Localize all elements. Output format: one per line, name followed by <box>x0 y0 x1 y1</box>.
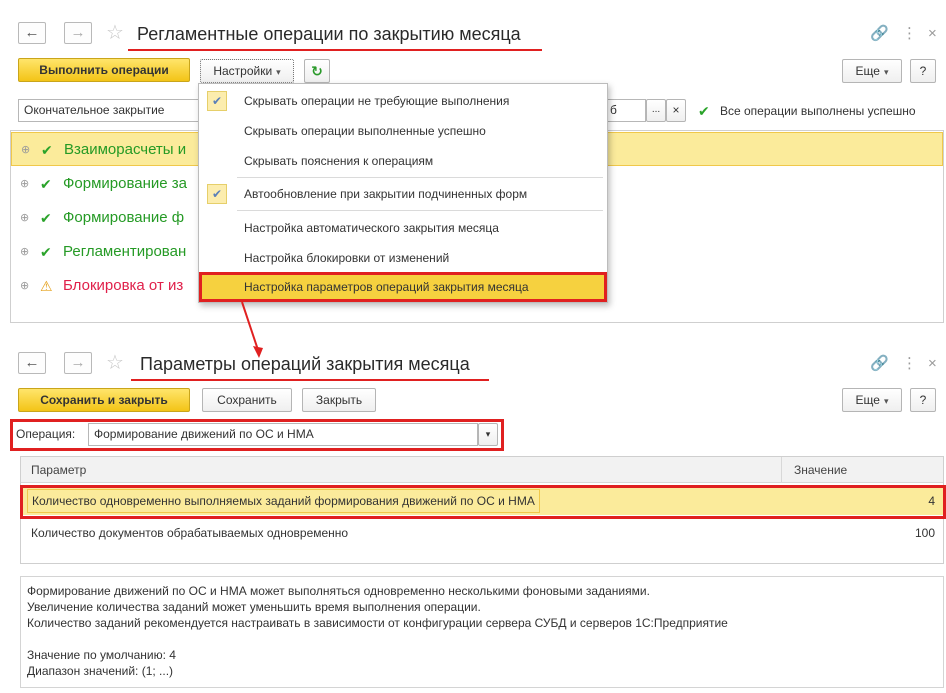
more-button[interactable]: Еще <box>842 59 902 83</box>
menu-item-label: Скрывать операции выполненные успешно <box>244 124 486 138</box>
settings-label: Настройки <box>213 64 273 78</box>
closing-type-field[interactable]: Окончательное закрытие <box>18 99 218 122</box>
help-button[interactable]: ? <box>910 59 936 83</box>
favorite-star-icon[interactable]: ☆ <box>106 21 124 45</box>
chevron-down-icon: ▾ <box>485 429 491 439</box>
column-header-value[interactable]: Значение <box>781 457 847 483</box>
description-line: Значение по умолчанию: 4 <box>27 648 176 662</box>
settings-dropdown-button[interactable]: Настройки <box>200 59 294 83</box>
operation-dropdown-button[interactable]: ▾ <box>478 423 498 446</box>
back-button[interactable]: ← <box>18 352 46 374</box>
favorite-star-icon[interactable]: ☆ <box>106 351 124 375</box>
menu-item-label: Автообновление при закрытии подчиненных … <box>244 187 528 201</box>
menu-item-label: Скрывать операции не требующие выполнени… <box>244 94 510 108</box>
settings-menu[interactable]: ✔ Скрывать операции не требующие выполне… <box>198 83 608 303</box>
close-button[interactable]: Закрыть <box>302 388 376 412</box>
run-operations-button[interactable]: Выполнить операции <box>18 58 190 82</box>
menu-separator <box>237 177 603 178</box>
row-highlight-box <box>20 485 946 519</box>
menu-item-label: Скрывать пояснения к операциям <box>244 154 434 168</box>
back-button[interactable]: ← <box>18 22 46 44</box>
more-vertical-icon[interactable]: ⋮ <box>902 24 917 44</box>
operation-description: Формирование движений по ОС и НМА может … <box>20 576 944 688</box>
column-header-param[interactable]: Параметр <box>31 457 86 483</box>
expand-icon[interactable]: ⊕ <box>20 235 29 269</box>
check-icon: ✔ <box>40 176 52 192</box>
expand-icon[interactable]: ⊕ <box>20 167 29 201</box>
param-cell: Количество документов обрабатываемых одн… <box>31 526 349 540</box>
menu-item-hide-not-required[interactable]: ✔ Скрывать операции не требующие выполне… <box>199 86 607 116</box>
expand-icon[interactable]: ⊕ <box>21 133 30 167</box>
link-icon[interactable]: 🔗 <box>870 354 889 374</box>
forward-button[interactable]: → <box>64 352 92 374</box>
page-title: Параметры операций закрытия месяца <box>140 354 470 374</box>
close-icon[interactable]: × <box>928 24 937 44</box>
description-line: Формирование движений по ОС и НМА может … <box>27 584 650 598</box>
expand-icon[interactable]: ⊕ <box>20 269 29 303</box>
arrow-left-icon: ← <box>24 354 40 371</box>
refresh-button[interactable]: ↻ <box>304 59 330 83</box>
menu-item-autorefresh[interactable]: ✔ Автообновление при закрытии подчиненны… <box>199 179 607 209</box>
operation-select[interactable]: Формирование движений по ОС и НМА <box>88 423 478 446</box>
save-and-close-button[interactable]: Сохранить и закрыть <box>18 388 190 412</box>
description-line: Диапазон значений: (1; ...) <box>27 664 174 678</box>
link-icon[interactable]: 🔗 <box>870 24 889 44</box>
save-button[interactable]: Сохранить <box>202 388 292 412</box>
period-field[interactable]: б <box>604 99 646 122</box>
arrow-right-icon: → <box>70 24 86 41</box>
description-line: Увеличение количества заданий может умен… <box>27 600 481 614</box>
operation-label: Взаиморасчеты и <box>64 141 187 158</box>
operation-label: Формирование за <box>63 175 187 192</box>
checkmark-icon: ✔ <box>207 184 227 204</box>
menu-item-label: Настройка блокировки от изменений <box>244 251 450 265</box>
more-button[interactable]: Еще <box>842 388 902 412</box>
help-button[interactable]: ? <box>910 388 936 412</box>
title-underline <box>131 379 489 381</box>
forward-button[interactable]: → <box>64 22 92 44</box>
checkmark-icon: ✔ <box>207 91 227 111</box>
value-cell[interactable]: 100 <box>915 519 935 547</box>
operation-label: Регламентирован <box>63 243 187 260</box>
menu-item-hide-successful[interactable]: Скрывать операции выполненные успешно <box>199 116 607 146</box>
title-underline <box>128 49 542 51</box>
period-clear-button[interactable]: × <box>666 99 686 122</box>
table-row[interactable]: Количество документов обрабатываемых одн… <box>21 519 943 547</box>
expand-icon[interactable]: ⊕ <box>20 201 29 235</box>
check-icon: ✔ <box>41 142 53 158</box>
success-check-icon: ✔ <box>698 103 710 119</box>
check-icon: ✔ <box>40 210 52 226</box>
menu-item-hide-explanations[interactable]: Скрывать пояснения к операциям <box>199 146 607 176</box>
operation-label: Блокировка от из <box>63 277 184 294</box>
refresh-icon: ↻ <box>311 63 323 79</box>
table-header: Параметр Значение <box>21 457 943 483</box>
more-vertical-icon[interactable]: ⋮ <box>902 354 917 374</box>
menu-item-lock-setup[interactable]: Настройка блокировки от изменений <box>199 243 607 273</box>
menu-item-auto-closing-setup[interactable]: Настройка автоматического закрытия месяц… <box>199 213 607 243</box>
check-icon: ✔ <box>40 244 52 260</box>
menu-separator <box>237 210 603 211</box>
status-text: Все операции выполнены успешно <box>720 104 916 118</box>
red-arrow-annotation <box>241 301 263 358</box>
page-title: Регламентные операции по закрытию месяца <box>137 24 521 44</box>
operation-label: Операция: <box>16 427 76 441</box>
arrow-left-icon: ← <box>24 24 40 41</box>
menu-item-closing-params-setup[interactable]: Настройка параметров операций закрытия м… <box>199 272 607 302</box>
period-select-button[interactable]: ... <box>646 99 666 122</box>
operation-label: Формирование ф <box>63 209 185 226</box>
more-label: Еще <box>855 393 880 407</box>
more-label: Еще <box>855 64 880 78</box>
warning-icon: ⚠ <box>40 278 53 294</box>
description-line: Количество заданий рекомендуется настраи… <box>27 616 728 630</box>
close-icon[interactable]: × <box>928 354 937 374</box>
menu-item-label: Настройка автоматического закрытия месяц… <box>244 221 499 235</box>
arrow-right-icon: → <box>70 354 86 371</box>
menu-item-label: Настройка параметров операций закрытия м… <box>244 280 529 294</box>
